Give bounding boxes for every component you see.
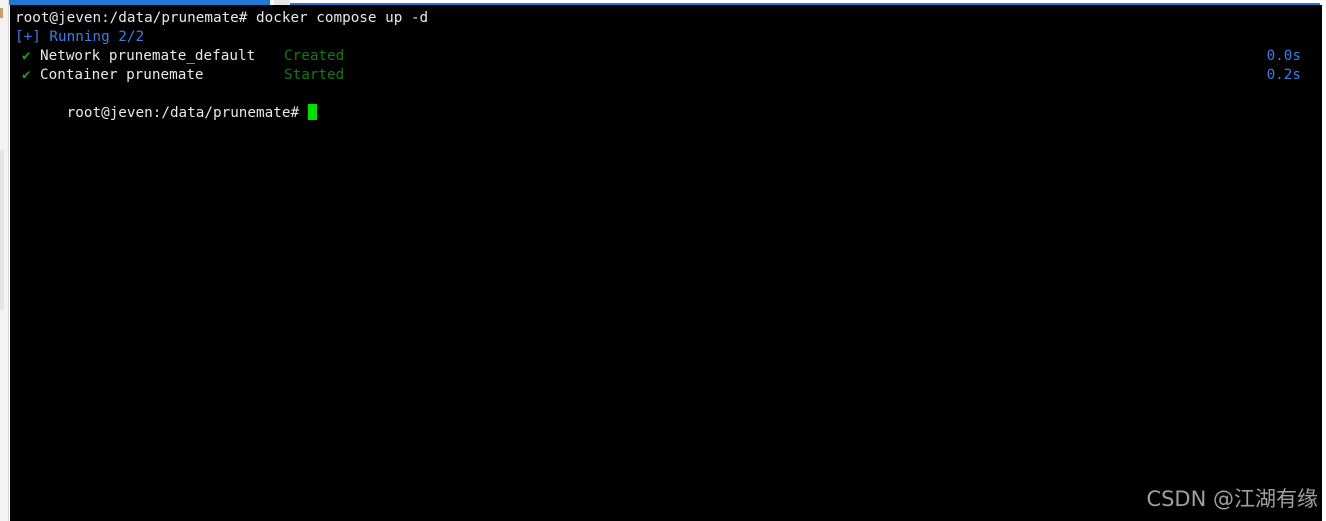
app-window: root@jeven:/data/prunemate# docker compo… <box>0 0 1326 521</box>
left-gutter <box>0 0 9 521</box>
prompt-text: root@jeven:/data/prunemate# <box>66 105 300 121</box>
resource-time: 0.2s <box>1266 67 1301 83</box>
resource-status: Started <box>284 67 345 83</box>
resource-status: Created <box>284 48 345 64</box>
check-icon: ✔ <box>22 67 31 83</box>
running-status: [+] Running 2/2 <box>15 29 145 45</box>
gutter-scroll-region <box>0 150 4 310</box>
gutter-marker <box>0 8 3 18</box>
output-row-network: ✔ Network prunemate_default Created <box>15 47 815 66</box>
watermark: CSDN @江湖有缘 <box>1146 487 1318 511</box>
command-line: root@jeven:/data/prunemate# docker compo… <box>15 10 429 26</box>
resource-label: Container prunemate <box>40 67 204 83</box>
resource-time: 0.0s <box>1266 48 1301 64</box>
output-row-container: ✔ Container prunemate Started <box>15 66 815 85</box>
prompt-line[interactable]: root@jeven:/data/prunemate# <box>15 85 318 121</box>
resource-label: Network prunemate_default <box>40 48 256 64</box>
right-border <box>1322 0 1326 521</box>
terminal-pane[interactable]: root@jeven:/data/prunemate# docker compo… <box>10 5 1322 521</box>
cursor-block <box>308 104 318 120</box>
check-icon: ✔ <box>22 48 31 64</box>
